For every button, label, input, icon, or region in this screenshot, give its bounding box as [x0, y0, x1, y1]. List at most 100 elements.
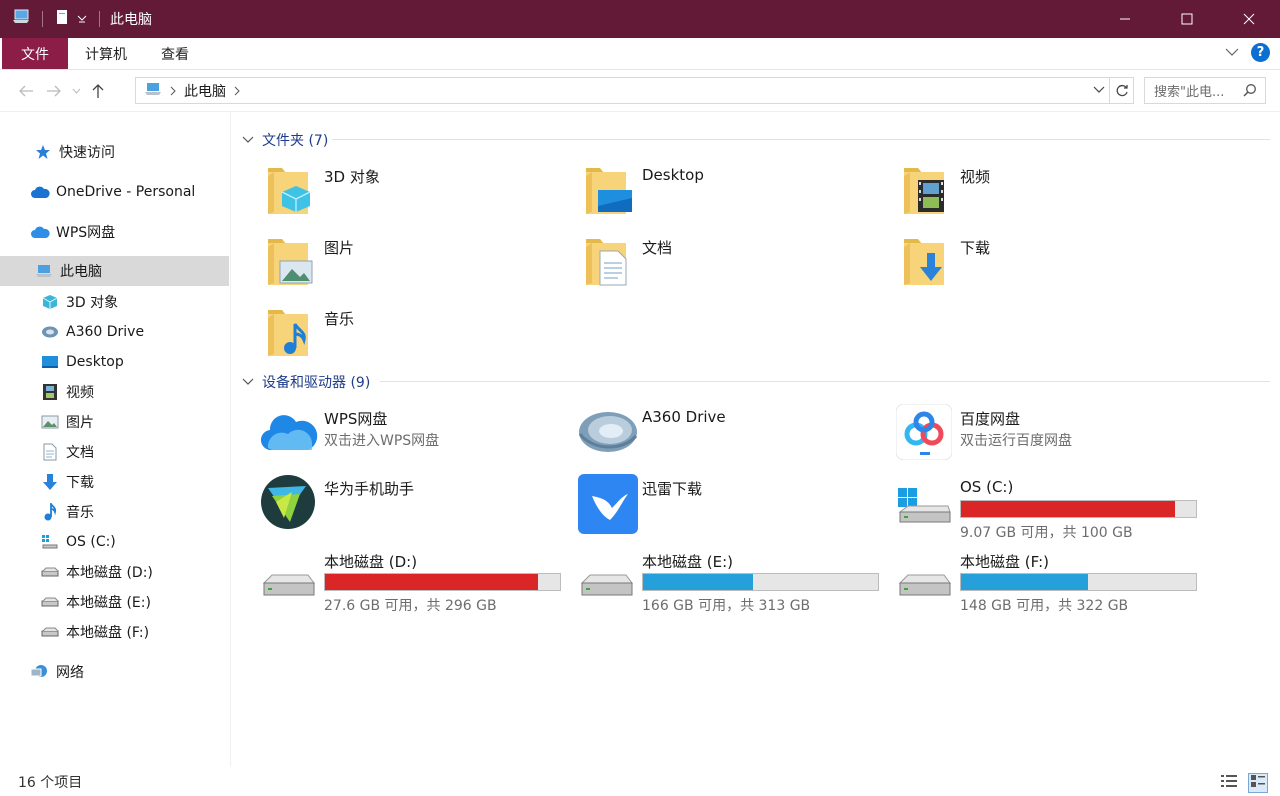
back-arrow-icon [19, 85, 33, 96]
desktop-icon [40, 352, 60, 372]
sidebar-item-drive-d[interactable]: 本地磁盘 (D:) [0, 557, 229, 587]
device-name: OS (C:) [960, 478, 1014, 496]
back-button[interactable] [12, 77, 40, 105]
folder-tile-downloads[interactable]: 下载 [896, 233, 1196, 293]
device-tile-a360[interactable]: A360 Drive [578, 404, 878, 464]
close-button[interactable] [1218, 0, 1280, 38]
chevron-right-icon[interactable] [170, 86, 176, 96]
close-icon [1243, 13, 1255, 25]
maximize-button[interactable] [1156, 0, 1218, 38]
recent-locations-button[interactable] [68, 77, 84, 105]
sidebar-item-3d-objects[interactable]: 3D 对象 [0, 287, 229, 317]
device-name: 本地磁盘 (D:) [324, 553, 418, 571]
sidebar-item-documents[interactable]: 文档 [0, 437, 229, 467]
search-placeholder: 搜索"此电... [1154, 85, 1225, 100]
details-view-icon[interactable] [1220, 773, 1238, 793]
sidebar-item-label: WPS网盘 [56, 225, 116, 241]
sidebar-item-onedrive[interactable]: OneDrive - Personal [0, 177, 229, 207]
properties-icon[interactable] [55, 9, 69, 29]
wps-cloud-icon [260, 404, 324, 464]
computer-icon[interactable] [12, 9, 30, 29]
3d-object-icon [40, 292, 60, 312]
chevron-down-icon [72, 88, 80, 94]
capacity-bar [960, 500, 1197, 518]
device-tile-drive-e[interactable]: 本地磁盘 (E:) 166 GB 可用，共 313 GB [578, 547, 879, 614]
folder-tile-videos[interactable]: 视频 [896, 162, 1196, 222]
search-icon[interactable] [1243, 83, 1257, 101]
folder-name: 视频 [960, 168, 991, 186]
folder-name: Desktop [642, 166, 704, 184]
refresh-icon [1116, 84, 1128, 96]
device-tile-drive-d[interactable]: 本地磁盘 (D:) 27.6 GB 可用，共 296 GB [260, 547, 561, 614]
address-bar[interactable]: 此电脑 [135, 77, 1110, 104]
sidebar-item-label: 此电脑 [60, 264, 102, 280]
tab-file[interactable]: 文件 [2, 38, 68, 69]
device-name: 本地磁盘 (F:) [960, 553, 1049, 571]
quick-access-dropdown-icon[interactable] [77, 11, 87, 27]
wps-cloud-icon [30, 222, 50, 242]
capacity-fill [325, 574, 539, 590]
minimize-button[interactable] [1094, 0, 1156, 38]
chevron-right-icon[interactable] [234, 86, 240, 96]
sidebar-item-label: 视频 [66, 385, 94, 401]
tab-view[interactable]: 查看 [144, 38, 206, 69]
capacity-fill [961, 574, 1088, 590]
tab-computer[interactable]: 计算机 [68, 38, 144, 69]
status-bar: 16 个项目 [0, 767, 1280, 796]
folder-tile-desktop[interactable]: Desktop [578, 162, 878, 222]
device-tile-huawei[interactable]: 华为手机助手 [260, 474, 560, 534]
chevron-down-icon [242, 374, 258, 390]
address-dropdown-icon[interactable] [1093, 83, 1105, 101]
sidebar-item-label: 本地磁盘 (E:) [66, 595, 151, 611]
folder-tile-music[interactable]: 音乐 [260, 304, 560, 364]
sidebar-item-pictures[interactable]: 图片 [0, 407, 229, 437]
sidebar-item-label: Desktop [66, 354, 124, 370]
computer-icon [144, 81, 162, 101]
device-name: 华为手机助手 [324, 480, 415, 498]
sidebar-item-label: 文档 [66, 445, 94, 461]
device-tile-xunlei[interactable]: 迅雷下载 [578, 474, 878, 534]
folder-tile-documents[interactable]: 文档 [578, 233, 878, 293]
download-icon [40, 472, 60, 492]
device-tile-drive-f[interactable]: 本地磁盘 (F:) 148 GB 可用，共 322 GB [896, 547, 1197, 614]
capacity-fill [961, 501, 1175, 517]
sidebar-item-desktop[interactable]: Desktop [0, 347, 229, 377]
folder-tile-3d-objects[interactable]: 3D 对象 [260, 162, 560, 222]
forward-button[interactable] [40, 77, 68, 105]
sidebar-item-drive-f[interactable]: 本地磁盘 (F:) [0, 617, 229, 647]
device-tile-baidu[interactable]: 百度网盘 双击运行百度网盘 [895, 403, 1196, 464]
sidebar-item-drive-e[interactable]: 本地磁盘 (E:) [0, 587, 229, 617]
drive-icon [578, 547, 642, 607]
device-tile-wps[interactable]: WPS网盘 双击进入WPS网盘 [260, 404, 560, 464]
folder-tile-pictures[interactable]: 图片 [260, 233, 560, 293]
expand-ribbon-icon[interactable] [1225, 45, 1239, 61]
help-icon[interactable]: ? [1251, 43, 1270, 62]
up-button[interactable] [84, 77, 112, 105]
sidebar-item-videos[interactable]: 视频 [0, 377, 229, 407]
search-input[interactable]: 搜索"此电... [1144, 77, 1266, 104]
sidebar-item-label: 本地磁盘 (F:) [66, 625, 150, 641]
ribbon-tabs: 文件 计算机 查看 ? [0, 38, 1280, 70]
item-count: 16 个项目 [18, 774, 83, 791]
navigation-pane: 快速访问 OneDrive - Personal WPS网盘 此电脑 3D 对象… [0, 112, 231, 767]
group-divider [380, 381, 1270, 382]
sidebar-item-downloads[interactable]: 下载 [0, 467, 229, 497]
3d-object-folder-icon [260, 162, 324, 222]
sidebar-item-quick-access[interactable]: 快速访问 [0, 137, 229, 167]
device-description: 双击进入WPS网盘 [324, 433, 440, 449]
breadcrumb[interactable]: 此电脑 [184, 81, 226, 101]
sidebar-item-network[interactable]: 网络 [0, 657, 229, 687]
huawei-hisuite-icon [260, 474, 324, 534]
music-folder-icon [260, 304, 324, 364]
sidebar-item-music[interactable]: 音乐 [0, 497, 229, 527]
tiles-view-icon[interactable] [1248, 773, 1268, 793]
device-tile-os-c[interactable]: OS (C:) 9.07 GB 可用，共 100 GB [896, 474, 1197, 541]
group-header-devices[interactable]: 设备和驱动器 (9) [242, 372, 370, 392]
sidebar-item-wps[interactable]: WPS网盘 [0, 217, 229, 247]
sidebar-item-os-c[interactable]: OS (C:) [0, 527, 229, 557]
a360-icon [40, 322, 60, 342]
group-header-folders[interactable]: 文件夹 (7) [242, 130, 328, 150]
sidebar-item-a360[interactable]: A360 Drive [0, 317, 229, 347]
refresh-button[interactable] [1110, 77, 1134, 104]
sidebar-item-this-pc[interactable]: 此电脑 [0, 256, 229, 286]
